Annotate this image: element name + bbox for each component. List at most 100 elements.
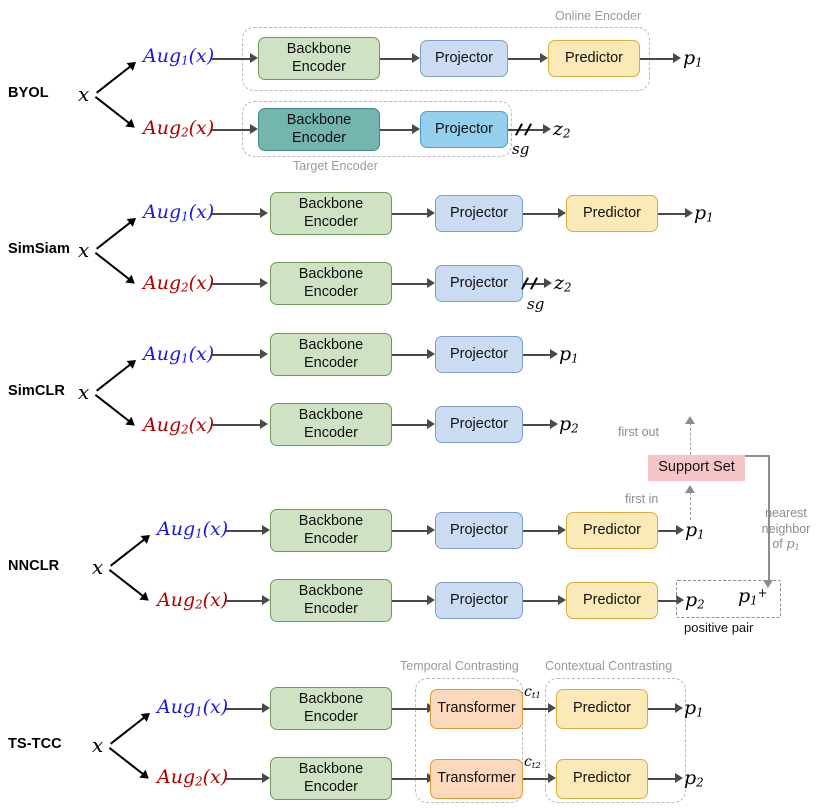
box-projector-byol-top: Projector [420, 40, 508, 77]
output-p1-byol: p1 [683, 47, 703, 70]
box-backbone-encoder-simsiam-bottom: Backbone Encoder [270, 262, 392, 305]
group-title-target-encoder: Target Encoder [293, 159, 378, 173]
aug2-label-simsiam: Aug2(x) [143, 272, 215, 295]
method-label-nnclr: NNCLR [8, 558, 60, 574]
box-backbone-encoder-nnclr-bottom: Backbone Encoder [270, 579, 392, 622]
diagram-canvas: BYOL x Aug1(x) Aug2(x) Online Encoder Ta… [0, 0, 817, 809]
arrowhead-byol-t3 [540, 53, 548, 63]
arrowhead-simclr-b2 [427, 419, 435, 429]
connector-simsiam-b2 [392, 283, 430, 286]
arrowhead-simclr-t3 [550, 349, 558, 359]
connector-simclr-b2 [392, 424, 430, 427]
input-symbol-simclr: x [78, 380, 90, 404]
arrowhead-simsiam-t4 [685, 208, 693, 218]
connector-simsiam-t1 [212, 213, 264, 216]
connector-simsiam-t2 [392, 213, 430, 216]
box-predictor-tstcc-bottom: Predictor [556, 759, 648, 799]
input-symbol-simsiam: x [78, 238, 90, 262]
first-in-label: first in [625, 492, 659, 506]
connector-nnclr-b2 [392, 600, 430, 603]
box-backbone-encoder-byol-bottom: Backbone Encoder [258, 108, 380, 151]
arrowhead-nnclr-b1 [262, 595, 270, 605]
aug2-label-nnclr: Aug2(x) [157, 589, 229, 612]
aug2-label-byol: Aug2(x) [143, 117, 215, 140]
input-symbol-tstcc: x [92, 733, 104, 757]
group-title-online-encoder: Online Encoder [555, 9, 642, 23]
aug1-label-simclr: Aug1(x) [143, 343, 215, 366]
connector-tstcc-t3 [523, 708, 551, 711]
connector-byol-t1 [212, 58, 254, 61]
aug2-label-tstcc: Aug2(x) [157, 766, 229, 789]
arrowhead-byol-b2 [412, 124, 420, 134]
connector-nnclr-t3 [523, 530, 561, 533]
connector-nnclr-t2 [392, 530, 430, 533]
method-label-byol: BYOL [8, 85, 49, 101]
arrowhead-simsiam-b2 [427, 278, 435, 288]
connector-byol-b1 [212, 129, 254, 132]
arrowhead-byol-b1 [250, 124, 258, 134]
box-backbone-encoder-simclr-top: Backbone Encoder [270, 333, 392, 376]
arrowhead-simsiam-b3 [544, 278, 552, 288]
box-backbone-encoder-tstcc-bottom: Backbone Encoder [270, 757, 392, 800]
arrowhead-simclr-b3 [550, 419, 558, 429]
connector-nnclr-b1 [226, 600, 266, 603]
arrowhead-simclr-t2 [427, 349, 435, 359]
output-p2-tstcc: p2 [684, 767, 704, 790]
input-symbol-byol: x [78, 82, 90, 106]
box-backbone-encoder-simclr-bottom: Backbone Encoder [270, 403, 392, 446]
group-title-temporal-contrasting: Temporal Contrasting [400, 659, 519, 673]
box-backbone-encoder-simsiam-top: Backbone Encoder [270, 192, 392, 235]
aug1-label-byol: Aug1(x) [143, 45, 215, 68]
arrowhead-simsiam-b1 [260, 278, 268, 288]
arrowhead-tstcc-b4 [675, 773, 683, 783]
connector-tstcc-b2 [392, 778, 430, 781]
connector-byol-b2 [380, 129, 415, 132]
box-predictor-byol-top: Predictor [548, 40, 640, 77]
box-projector-nnclr-bottom: Projector [435, 582, 523, 619]
nearest-neighbor-label: nearest neighbor of p1 [761, 506, 811, 553]
box-backbone-encoder-nnclr-top: Backbone Encoder [270, 509, 392, 552]
connector-simclr-t1 [212, 354, 264, 357]
arrowhead-tstcc-b3 [548, 773, 556, 783]
box-predictor-tstcc-top: Predictor [556, 689, 648, 729]
output-z2-simsiam: z2 [554, 272, 572, 295]
output-p1-simsiam: p1 [694, 202, 714, 225]
first-in-arrowhead [685, 485, 695, 493]
nn-path-horizontal [745, 455, 770, 457]
arrowhead-nnclr-b2 [427, 595, 435, 605]
arrowhead-tstcc-t1 [262, 703, 270, 713]
ct1-label: ct1 [524, 684, 541, 701]
arrowhead-tstcc-b1 [262, 773, 270, 783]
connector-simclr-b1 [212, 424, 264, 427]
box-predictor-nnclr-bottom: Predictor [566, 582, 658, 619]
support-set-box[interactable]: Support Set [648, 455, 745, 481]
arrowhead-simsiam-t1 [260, 208, 268, 218]
box-backbone-encoder-tstcc-top: Backbone Encoder [270, 687, 392, 730]
output-p1-nnclr: p1 [685, 519, 705, 542]
box-transformer-tstcc-top: Transformer [430, 689, 523, 729]
aug2-label-simclr: Aug2(x) [143, 414, 215, 437]
box-transformer-tstcc-bottom: Transformer [430, 759, 523, 799]
box-projector-simsiam-bottom: Projector [435, 265, 523, 302]
method-label-tstcc: TS-TCC [8, 736, 62, 752]
output-p1-simclr: p1 [559, 343, 579, 366]
group-title-contextual-contrasting: Contextual Contrasting [545, 659, 673, 673]
aug1-label-nnclr: Aug1(x) [157, 518, 229, 541]
method-label-simsiam: SimSiam [8, 241, 70, 257]
box-projector-byol-bottom: Projector [420, 111, 508, 148]
box-predictor-simsiam-top: Predictor [566, 195, 658, 232]
arrowhead-nnclr-b3 [558, 595, 566, 605]
box-backbone-encoder-byol-top: Backbone Encoder [258, 37, 380, 80]
box-projector-simsiam-top: Projector [435, 195, 523, 232]
output-p1-plus-nnclr: p1+ [738, 585, 768, 608]
input-symbol-nnclr: x [92, 555, 104, 579]
split-arrow-byol-top [96, 58, 140, 94]
first-out-label: first out [618, 425, 659, 439]
split-arrow-byol-bottom [94, 96, 138, 132]
connector-tstcc-t1 [226, 708, 266, 711]
connector-nnclr-t1 [226, 530, 266, 533]
connector-tstcc-b3 [523, 778, 551, 781]
connector-simsiam-b1 [212, 283, 264, 286]
stopgrad-label-byol: sg [512, 140, 530, 158]
arrowhead-byol-t2 [412, 53, 420, 63]
